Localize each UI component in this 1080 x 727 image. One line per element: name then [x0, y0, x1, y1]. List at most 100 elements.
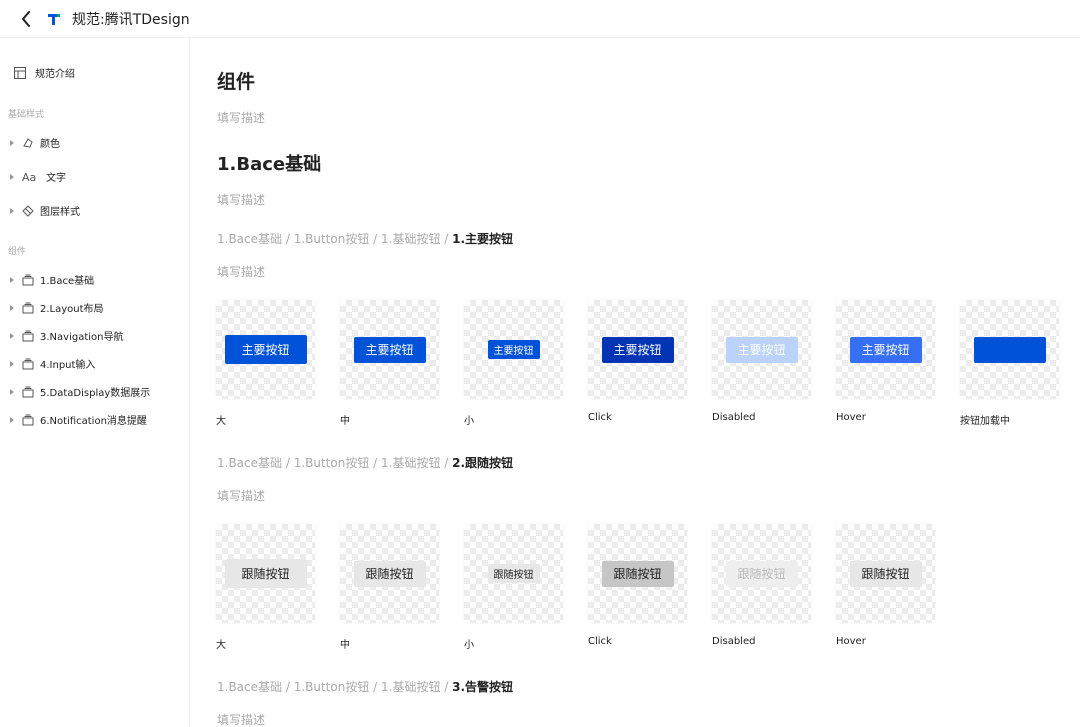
- caption: 小: [464, 416, 474, 427]
- preview-card: 跟随按钮: [836, 524, 935, 623]
- primary-button-click[interactable]: 主要按钮: [601, 336, 674, 363]
- component-icon: [22, 358, 34, 370]
- sidebar-item-bace[interactable]: 1.Bace基础: [10, 272, 94, 287]
- sidebar-item-label: 5.DataDisplay数据展示: [40, 388, 151, 399]
- preview-card: 主要按钮: [216, 300, 315, 399]
- preview-card: 主要按钮: [464, 300, 563, 399]
- caption: Hover: [836, 412, 866, 423]
- follow-button-hover[interactable]: 跟随按钮: [849, 560, 922, 587]
- group-description: 填写描述: [217, 713, 266, 727]
- preview-card: 跟随按钮: [588, 524, 687, 623]
- caption: Hover: [836, 636, 866, 647]
- caption: Disabled: [712, 636, 756, 647]
- sidebar-item-label: 3.Navigation导航: [40, 332, 124, 343]
- component-icon: [22, 414, 34, 426]
- group-description: 填写描述: [217, 265, 266, 279]
- breadcrumb-path: 1.Bace基础 / 1.Button按钮 / 1.基础按钮 /: [217, 456, 453, 470]
- sidebar-item-label: 6.Notification消息提醒: [40, 416, 147, 427]
- caption: 中: [340, 640, 350, 651]
- sidebar: 规范介绍 基础样式 颜色 Aa 文字 图层样式 组件 1.Bace基础 2.La…: [0, 38, 190, 727]
- caption: Click: [588, 636, 612, 647]
- sidebar-item-notification[interactable]: 6.Notification消息提醒: [10, 412, 147, 427]
- back-arrow-icon[interactable]: [18, 10, 34, 27]
- caret-right-icon: [10, 332, 14, 339]
- breadcrumb-path: 1.Bace基础 / 1.Button按钮 / 1.基础按钮 /: [217, 232, 453, 246]
- caret-right-icon: [10, 276, 14, 283]
- caret-right-icon: [10, 388, 14, 395]
- primary-button-medium[interactable]: 主要按钮: [353, 336, 426, 363]
- svg-text:Aa: Aa: [22, 171, 36, 183]
- caption: Click: [588, 412, 612, 423]
- main-content: 组件 填写描述 1.Bace基础 填写描述 1.Bace基础 / 1.Butto…: [191, 38, 1080, 727]
- caret-right-icon: [10, 173, 14, 180]
- follow-button-large[interactable]: 跟随按钮: [224, 559, 307, 588]
- follow-button-medium[interactable]: 跟随按钮: [353, 560, 426, 587]
- caret-right-icon: [10, 304, 14, 311]
- breadcrumb-current: 2.跟随按钮: [452, 456, 514, 470]
- preview-card: [960, 300, 1059, 399]
- sidebar-item-label: 颜色: [40, 139, 60, 150]
- component-icon: [22, 330, 34, 342]
- follow-button-small[interactable]: 跟随按钮: [487, 564, 540, 583]
- section-title: 1.Bace基础: [217, 154, 322, 175]
- preview-card: 主要按钮: [588, 300, 687, 399]
- primary-button-small[interactable]: 主要按钮: [487, 340, 540, 359]
- group-description: 填写描述: [217, 489, 266, 503]
- text-icon: Aa: [22, 171, 40, 184]
- sidebar-group-basic: 基础样式: [8, 110, 45, 120]
- primary-button-hover[interactable]: 主要按钮: [849, 336, 922, 363]
- section-description: 填写描述: [217, 193, 266, 207]
- caption: 中: [340, 416, 350, 427]
- sidebar-item-label: 2.Layout布局: [40, 304, 104, 315]
- primary-button-disabled: 主要按钮: [725, 336, 798, 363]
- caret-right-icon: [10, 360, 14, 367]
- sidebar-item-navigation[interactable]: 3.Navigation导航: [10, 328, 123, 343]
- caption: Disabled: [712, 412, 756, 423]
- page-description: 填写描述: [217, 111, 266, 125]
- caption: 按钮加载中: [960, 416, 1010, 427]
- component-icon: [22, 386, 34, 398]
- preview-card: 主要按钮: [340, 300, 439, 399]
- sidebar-item-text[interactable]: Aa 文字: [10, 169, 66, 184]
- breadcrumb-path: 1.Bace基础 / 1.Button按钮 / 1.基础按钮 /: [217, 680, 453, 694]
- sidebar-item-color[interactable]: 颜色: [10, 135, 60, 150]
- caret-right-icon: [10, 207, 14, 214]
- sidebar-item-label: 4.Input输入: [40, 360, 96, 371]
- preview-card: 跟随按钮: [464, 524, 563, 623]
- preview-card: 跟随按钮: [216, 524, 315, 623]
- breadcrumb: 1.Bace基础 / 1.Button按钮 / 1.基础按钮 / 3.告警按钮: [217, 678, 513, 695]
- breadcrumb: 1.Bace基础 / 1.Button按钮 / 1.基础按钮 / 1.主要按钮: [217, 230, 513, 247]
- preview-card: 主要按钮: [836, 300, 935, 399]
- sidebar-item-label: 文字: [46, 173, 66, 184]
- preview-card: 跟随按钮: [712, 524, 811, 623]
- follow-button-disabled: 跟随按钮: [725, 560, 798, 587]
- sidebar-item-intro[interactable]: 规范介绍: [14, 65, 75, 80]
- component-icon: [22, 302, 34, 314]
- layer-style-icon: [22, 204, 34, 217]
- sidebar-item-datadisplay[interactable]: 5.DataDisplay数据展示: [10, 384, 150, 399]
- tdesign-logo-icon: [46, 11, 62, 27]
- sidebar-item-layer-style[interactable]: 图层样式: [10, 203, 80, 218]
- preview-card: 主要按钮: [712, 300, 811, 399]
- sidebar-item-label: 图层样式: [40, 207, 80, 218]
- preview-card: 跟随按钮: [340, 524, 439, 623]
- sidebar-item-layout[interactable]: 2.Layout布局: [10, 300, 104, 315]
- sidebar-item-label: 1.Bace基础: [40, 276, 95, 287]
- primary-button-loading[interactable]: [973, 336, 1046, 363]
- breadcrumb-current: 3.告警按钮: [452, 680, 514, 694]
- caret-right-icon: [10, 139, 14, 146]
- primary-button-large[interactable]: 主要按钮: [224, 335, 307, 364]
- breadcrumb: 1.Bace基础 / 1.Button按钮 / 1.基础按钮 / 2.跟随按钮: [217, 454, 513, 471]
- caret-right-icon: [10, 416, 14, 423]
- color-icon: [22, 137, 34, 149]
- caption: 大: [216, 640, 226, 651]
- sidebar-group-components: 组件: [8, 247, 27, 257]
- page-title: 组件: [217, 71, 256, 93]
- breadcrumb-current: 1.主要按钮: [452, 232, 514, 246]
- sidebar-item-input[interactable]: 4.Input输入: [10, 356, 95, 371]
- follow-button-click[interactable]: 跟随按钮: [601, 560, 674, 587]
- component-icon: [22, 274, 34, 286]
- layout-icon: [14, 66, 26, 79]
- app-title: 规范:腾讯TDesign: [72, 11, 190, 28]
- sidebar-item-label: 规范介绍: [35, 69, 75, 80]
